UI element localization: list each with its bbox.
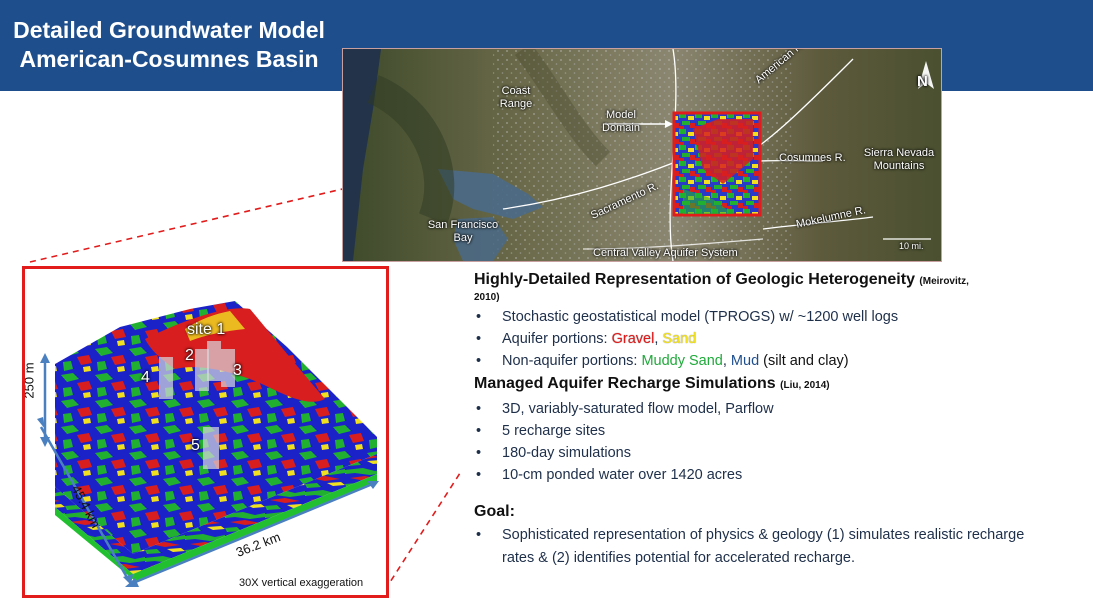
section1-bullet-3: Non-aquifer portions: Muddy Sand, Mud (s… <box>474 350 1074 372</box>
label-sierra-nevada: Sierra Nevada Mountains <box>863 147 935 172</box>
slide-title: Detailed Groundwater Model American-Cosu… <box>0 16 338 74</box>
non-aquifer-comma: , <box>722 353 731 369</box>
site-2-label: 2 <box>185 347 194 364</box>
non-aquifer-prefix: Non-aquifer portions: <box>502 353 642 369</box>
site-5-marker <box>203 427 219 469</box>
geologic-model-block <box>37 301 379 587</box>
north-label: N <box>917 73 928 90</box>
site-4-label: 4 <box>141 369 150 386</box>
site-5-label: 5 <box>191 437 200 454</box>
silt-clay-term: (silt and clay) <box>759 353 849 369</box>
section2-citation: (Liu, 2014) <box>780 380 830 391</box>
site-4-marker <box>159 357 173 399</box>
site-1-marker <box>207 341 221 381</box>
section2-bullet-1: 3D, variably-saturated flow model, Parfl… <box>474 398 1074 420</box>
goal-heading: Goal: <box>474 503 515 520</box>
depth-label: 250 m <box>22 362 37 399</box>
slide-title-line1: Detailed Groundwater Model <box>13 17 325 43</box>
label-cosumnes-river: Cosumnes R. <box>779 152 846 164</box>
label-san-francisco-bay: San Francisco Bay <box>427 219 499 244</box>
section1-bullet-list: Stochastic geostatistical model (TPROGS)… <box>474 306 1074 372</box>
site-1-label: site 1 <box>187 321 226 338</box>
section1-heading-text: Highly-Detailed Representation of Geolog… <box>474 271 915 288</box>
label-scale: 10 mi. <box>899 241 924 251</box>
satellite-map: Coast Range Model Domain American R. N C… <box>342 48 942 262</box>
geologic-model-panel: site 1 2 3 4 5 250 m 45.4 km 36.2 km 30X… <box>22 266 389 598</box>
callout-line-lower <box>384 469 463 591</box>
gravel-term: Gravel <box>611 331 655 347</box>
mud-term: Mud <box>730 353 760 369</box>
vertical-exaggeration-note: 30X vertical exaggeration <box>239 577 364 589</box>
section2-heading-text: Managed Aquifer Recharge Simulations <box>474 375 776 392</box>
label-central-valley: Central Valley Aquifer System <box>593 247 738 259</box>
site-2-marker <box>195 349 209 391</box>
section2-bullet-list: 3D, variably-saturated flow model, Parfl… <box>474 398 1074 486</box>
site-3-label: 3 <box>233 362 242 379</box>
text-content: Highly-Detailed Representation of Geolog… <box>474 270 1074 570</box>
section1-bullet-1: Stochastic geostatistical model (TPROGS)… <box>474 306 1074 328</box>
section2-heading: Managed Aquifer Recharge Simulations (Li… <box>474 374 1074 396</box>
muddy-sand-term: Muddy Sand <box>641 353 723 369</box>
sand-term: Sand <box>662 331 697 347</box>
section1-bullet-2: Aquifer portions: Gravel, Sand <box>474 328 1074 350</box>
slide-title-line2: American-Cosumnes Basin <box>19 46 319 72</box>
section2-bullet-2: 5 recharge sites <box>474 420 1074 442</box>
label-model-domain: Model Domain <box>602 109 640 134</box>
goal-bullet-list: Sophisticated representation of physics … <box>474 524 1074 570</box>
label-coast-range: Coast Range <box>499 85 533 110</box>
goal-bullet-1: Sophisticated representation of physics … <box>474 524 1042 570</box>
aquifer-prefix: Aquifer portions: <box>502 331 612 347</box>
section1-citation-b: 2010) <box>474 292 500 303</box>
section1-heading: Highly-Detailed Representation of Geolog… <box>474 270 1074 292</box>
section2-bullet-3: 180-day simulations <box>474 442 1074 464</box>
section2-bullet-4: 10-cm ponded water over 1420 acres <box>474 464 1074 486</box>
section1-citation-a: (Meirovitz, <box>919 276 969 287</box>
